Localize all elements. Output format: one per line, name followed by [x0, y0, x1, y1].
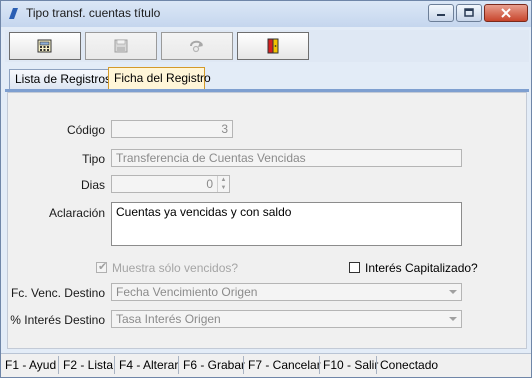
save-toolbar-button[interactable] — [85, 32, 157, 60]
tab-ficha-registro[interactable]: Ficha del Registro — [108, 67, 211, 89]
tipo-label: Tipo — [82, 152, 105, 166]
status-f6-grabar: F6 - Grabar — [183, 358, 246, 372]
dias-label: Dias — [80, 178, 105, 192]
cancel-toolbar-button[interactable] — [161, 32, 233, 60]
muestra-vencidos-checkbox[interactable]: ✔ — [96, 261, 108, 273]
spin-down-icon: ▼ — [220, 185, 227, 191]
exit-door-icon — [267, 38, 279, 54]
maximize-button[interactable] — [456, 4, 482, 22]
dias-value: 0 — [206, 177, 213, 191]
tipo-field[interactable]: Transferencia de Cuentas Vencidas — [111, 149, 462, 167]
interes-destino-select[interactable]: Tasa Interés Origen — [111, 310, 462, 328]
codigo-field[interactable]: 3 — [111, 120, 233, 138]
interes-destino-value: Tasa Interés Origen — [116, 312, 221, 326]
aclaracion-textarea[interactable]: Cuentas ya vencidas y con saldo — [111, 202, 462, 246]
dias-spin-buttons[interactable]: ▲ ▼ — [217, 176, 229, 192]
spin-up-icon: ▲ — [220, 177, 227, 183]
fc-venc-destino-value: Fecha Vencimiento Origen — [116, 285, 258, 299]
calculate-button[interactable] — [9, 32, 81, 60]
tab-lista-registros[interactable]: Lista de Registros — [9, 69, 111, 89]
checkmark-icon: ✔ — [98, 261, 108, 273]
status-divider — [319, 356, 320, 374]
interes-capitalizado-label: Interés Capitalizado? — [365, 261, 478, 275]
status-f4-alterar: F4 - Alterar — [119, 358, 179, 372]
status-divider — [58, 356, 59, 374]
fc-venc-destino-select[interactable]: Fecha Vencimiento Origen — [111, 283, 462, 301]
status-divider — [114, 356, 115, 374]
status-f1-ayuda: F1 - Ayud — [5, 358, 57, 372]
muestra-vencidos-label: Muestra sólo vencidos? — [112, 261, 239, 275]
fc-venc-destino-label: Fc. Venc. Destino — [10, 286, 105, 300]
dias-spinner[interactable]: 0 ▲ ▼ — [111, 175, 230, 193]
codigo-label: Código — [66, 123, 105, 137]
exit-toolbar-button[interactable] — [237, 32, 309, 60]
chevron-down-icon — [445, 311, 461, 327]
status-divider — [376, 356, 377, 374]
chevron-down-icon — [445, 284, 461, 300]
status-bar: F1 - Ayud F2 - Lista F4 - Alterar F6 - G… — [1, 353, 531, 377]
minimize-button[interactable] — [428, 4, 454, 22]
record-panel: Código 3 Tipo Transferencia de Cuentas V… — [7, 92, 527, 349]
app-logo-icon — [9, 8, 18, 19]
connection-status: Conectado — [380, 358, 439, 372]
maximize-icon — [464, 8, 474, 17]
window-title: Tipo transf. cuentas título — [26, 6, 161, 20]
minimize-icon — [437, 14, 445, 16]
status-divider — [243, 356, 244, 374]
cancel-undo-icon — [190, 40, 203, 53]
status-f2-lista: F2 - Lista — [63, 358, 114, 372]
calculator-icon — [37, 39, 52, 53]
close-icon — [501, 8, 511, 18]
floppy-disk-icon — [114, 39, 128, 53]
aclaracion-label: Aclaración — [48, 206, 105, 220]
interes-destino-label: % Interés Destino — [10, 313, 105, 327]
status-f10-salir: F10 - Salir — [323, 358, 379, 372]
interes-capitalizado-checkbox[interactable] — [349, 262, 360, 273]
status-divider — [178, 356, 179, 374]
app-window: Tipo transf. cuentas título Lista de Reg… — [0, 0, 532, 378]
title-bar: Tipo transf. cuentas título — [1, 1, 531, 27]
toolbar — [5, 30, 529, 62]
status-f7-cancelar: F7 - Cancelar — [248, 358, 321, 372]
close-button[interactable] — [484, 4, 528, 22]
